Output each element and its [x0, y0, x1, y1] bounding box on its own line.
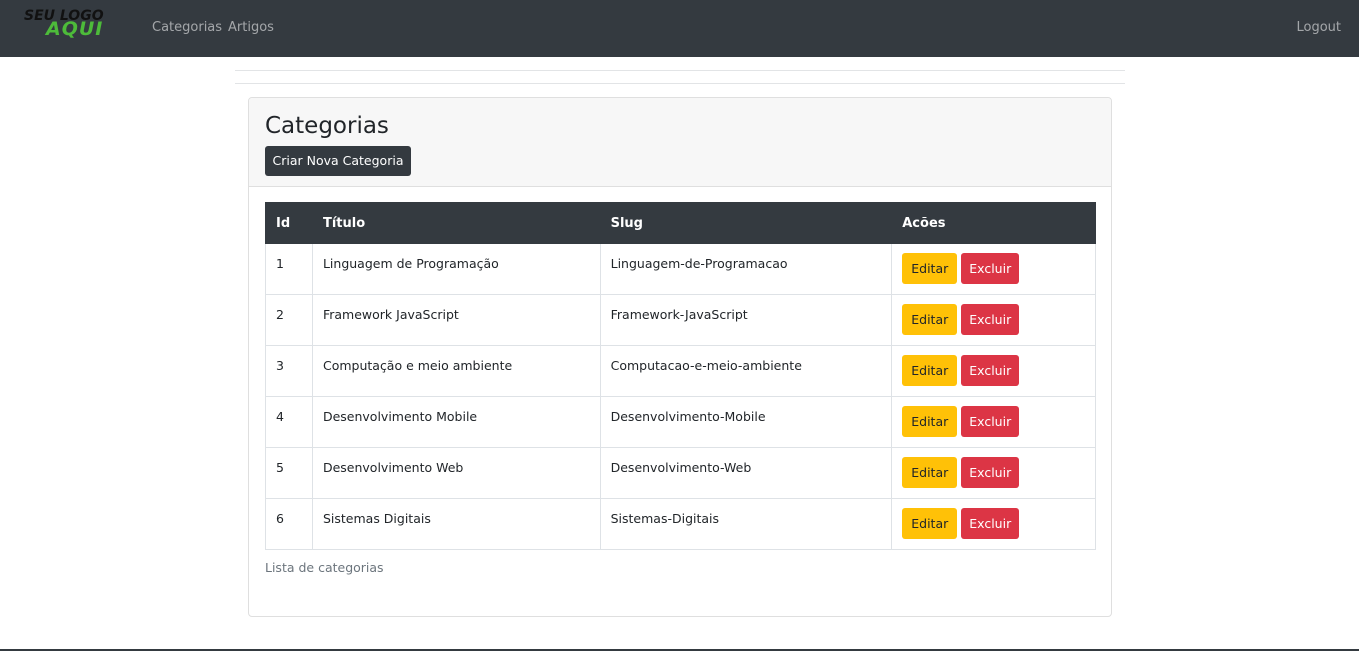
cell-actions: Editar Excluir: [891, 498, 1096, 550]
edit-button[interactable]: Editar: [902, 508, 958, 539]
delete-button[interactable]: Excluir: [961, 355, 1020, 386]
table-row: 5 Desenvolvimento Web Desenvolvimento-We…: [265, 447, 1096, 499]
table-header-row: Id Título Slug Acões: [265, 202, 1096, 244]
card-header: Categorias Criar Nova Categoria: [249, 98, 1111, 187]
column-header-id: Id: [265, 202, 313, 244]
edit-button[interactable]: Editar: [902, 457, 958, 488]
cell-actions: Editar Excluir: [891, 345, 1096, 397]
edit-button[interactable]: Editar: [902, 355, 958, 386]
table-row: 2 Framework JavaScript Framework-JavaScr…: [265, 294, 1096, 346]
cell-actions: Editar Excluir: [891, 294, 1096, 346]
categories-card: Categorias Criar Nova Categoria Id Títul…: [248, 97, 1112, 617]
cell-titulo: Framework JavaScript: [311, 294, 601, 346]
column-header-acoes: Acões: [891, 202, 1096, 244]
cell-id: 2: [265, 294, 313, 346]
cell-slug: Linguagem-de-Programacao: [599, 243, 893, 295]
table-row: 6 Sistemas Digitais Sistemas-Digitais Ed…: [265, 498, 1096, 550]
divider: [235, 83, 1125, 84]
delete-button[interactable]: Excluir: [961, 406, 1020, 437]
edit-button[interactable]: Editar: [902, 304, 958, 335]
cell-actions: Editar Excluir: [891, 447, 1096, 499]
delete-button[interactable]: Excluir: [961, 508, 1020, 539]
delete-button[interactable]: Excluir: [961, 253, 1020, 284]
cell-id: 4: [265, 396, 313, 448]
cell-slug: Computacao-e-meio-ambiente: [599, 345, 893, 397]
create-category-button[interactable]: Criar Nova Categoria: [265, 146, 411, 176]
table-row: 3 Computação e meio ambiente Computacao-…: [265, 345, 1096, 397]
cell-slug: Sistemas-Digitais: [599, 498, 893, 550]
nav-link-artigos[interactable]: Artigos: [228, 19, 274, 36]
delete-button[interactable]: Excluir: [961, 304, 1020, 335]
cell-id: 1: [265, 243, 313, 295]
nav-link-categorias[interactable]: Categorias: [152, 19, 222, 36]
divider: [235, 70, 1125, 71]
edit-button[interactable]: Editar: [902, 253, 958, 284]
cell-id: 5: [265, 447, 313, 499]
cell-titulo: Desenvolvimento Mobile: [311, 396, 601, 448]
page-title: Categorias: [265, 113, 389, 139]
cell-titulo: Linguagem de Programação: [311, 243, 601, 295]
cell-slug: Framework-JavaScript: [599, 294, 893, 346]
table-row: 4 Desenvolvimento Mobile Desenvolvimento…: [265, 396, 1096, 448]
cell-actions: Editar Excluir: [891, 396, 1096, 448]
cell-actions: Editar Excluir: [891, 243, 1096, 295]
table-row: 1 Linguagem de Programação Linguagem-de-…: [265, 243, 1096, 295]
column-header-titulo: Título: [311, 202, 601, 244]
delete-button[interactable]: Excluir: [961, 457, 1020, 488]
cell-titulo: Computação e meio ambiente: [311, 345, 601, 397]
cell-id: 6: [265, 498, 313, 550]
cell-slug: Desenvolvimento-Web: [599, 447, 893, 499]
cell-id: 3: [265, 345, 313, 397]
categories-table: Id Título Slug Acões 1 Linguagem de Prog…: [265, 202, 1096, 550]
logout-link[interactable]: Logout: [1296, 19, 1341, 36]
brand-logo[interactable]: SEU LOGO AQUI: [22, 8, 132, 40]
table-caption: Lista de categorias: [265, 560, 384, 575]
cell-slug: Desenvolvimento-Mobile: [599, 396, 893, 448]
brand-logo-line2: AQUI: [46, 18, 104, 40]
navbar: SEU LOGO AQUI Categorias Artigos Logout: [0, 0, 1359, 57]
cell-titulo: Desenvolvimento Web: [311, 447, 601, 499]
edit-button[interactable]: Editar: [902, 406, 958, 437]
cell-titulo: Sistemas Digitais: [311, 498, 601, 550]
column-header-slug: Slug: [599, 202, 893, 244]
